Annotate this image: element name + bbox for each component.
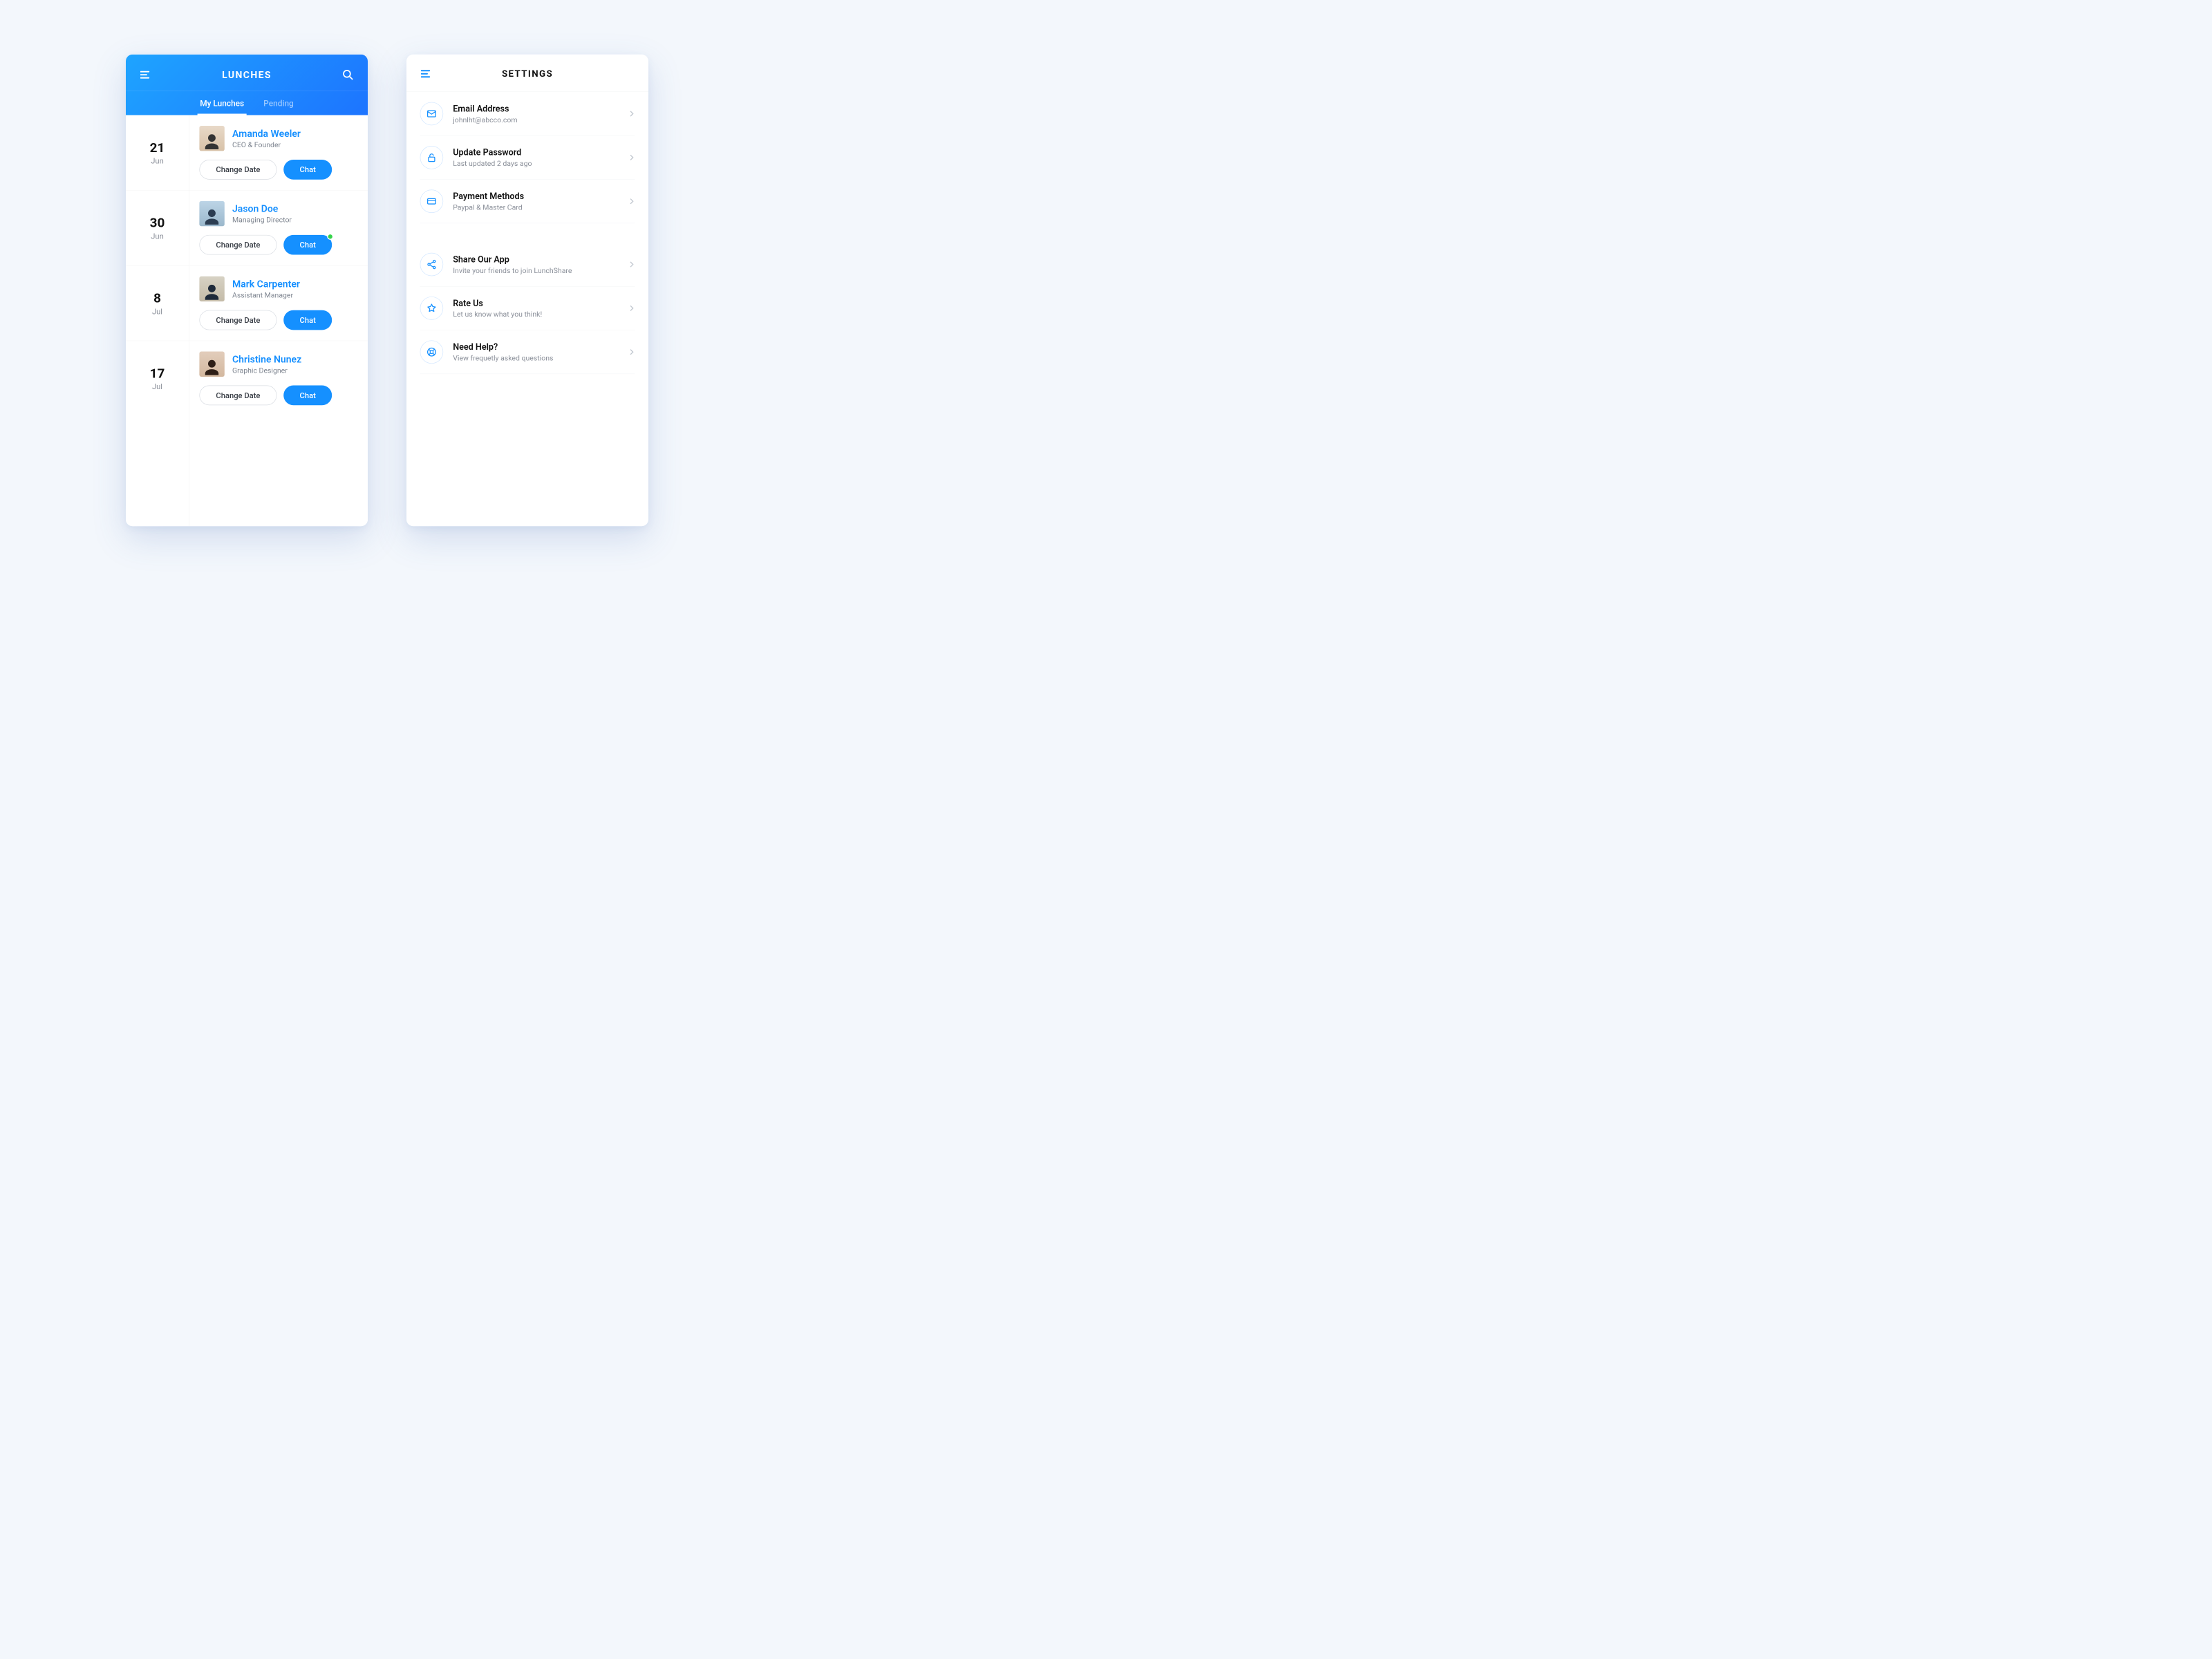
settings-header: SETTINGS (406, 55, 648, 92)
lunch-item: 8 Jul Mark Carpenter Assistant Manager (126, 265, 368, 341)
date-column: 21 Jun (126, 115, 189, 191)
date-month: Jun (151, 232, 164, 241)
date-column: 8 Jul (126, 265, 189, 341)
chat-button[interactable]: Chat (283, 386, 332, 406)
chat-label: Chat (300, 241, 316, 250)
settings-group-account: Email Address johnlht@abcco.com Update P… (420, 92, 635, 223)
page-title: SETTINGS (420, 68, 635, 79)
settings-item-title: Payment Methods (453, 191, 619, 201)
menu-icon[interactable] (140, 68, 152, 81)
change-date-button[interactable]: Change Date (199, 310, 276, 330)
settings-group-about: Share Our App Invite your friends to joi… (420, 243, 635, 374)
lunch-item: 21 Jun Amanda Weeler CEO & Founder (126, 115, 368, 191)
lunches-header: LUNCHES My Lunches Pending (126, 55, 368, 115)
settings-screen: SETTINGS Email Address johnlht@abcco.com… (406, 55, 648, 527)
mail-icon (420, 102, 444, 126)
settings-item-password[interactable]: Update Password Last updated 2 days ago (420, 135, 635, 179)
settings-item-subtitle: View frequetly asked questions (453, 354, 619, 362)
settings-item-title: Need Help? (453, 341, 619, 352)
person-name: Christine Nunez (232, 353, 301, 364)
person-name: Mark Carpenter (232, 279, 300, 290)
date-day: 17 (150, 366, 165, 381)
settings-item-title: Email Address (453, 104, 619, 114)
chat-label: Chat (300, 165, 316, 174)
date-month: Jul (152, 382, 162, 391)
avatar (199, 352, 224, 377)
settings-item-subtitle: Last updated 2 days ago (453, 159, 619, 167)
person-role: Managing Director (232, 216, 292, 224)
chat-label: Chat (300, 391, 316, 400)
person-role: Graphic Designer (232, 366, 301, 375)
lunch-list: 21 Jun Amanda Weeler CEO & Founder (126, 115, 368, 527)
lunches-screen: LUNCHES My Lunches Pending 21 Jun (126, 55, 368, 527)
page-title: LUNCHES (222, 69, 272, 80)
settings-item-help[interactable]: Need Help? View frequetly asked question… (420, 330, 635, 374)
date-month: Jun (151, 156, 164, 165)
chevron-right-icon (628, 111, 635, 117)
person-name: Amanda Weeler (232, 128, 301, 139)
person-role: Assistant Manager (232, 291, 300, 299)
chevron-right-icon (628, 305, 635, 311)
settings-item-title: Share Our App (453, 254, 619, 265)
chevron-right-icon (628, 349, 635, 355)
settings-item-title: Rate Us (453, 298, 619, 308)
chevron-right-icon (628, 198, 635, 205)
settings-item-subtitle: Invite your friends to join LunchShare (453, 266, 619, 274)
chat-label: Chat (300, 315, 316, 324)
change-date-button[interactable]: Change Date (199, 386, 276, 406)
share-icon (420, 253, 444, 276)
settings-item-title: Update Password (453, 147, 619, 158)
date-day: 21 (150, 140, 165, 155)
notification-dot-icon (327, 234, 333, 240)
settings-item-email[interactable]: Email Address johnlht@abcco.com (420, 92, 635, 135)
star-icon (420, 297, 444, 320)
settings-item-subtitle: Paypal & Master Card (453, 203, 619, 212)
settings-item-subtitle: johnlht@abcco.com (453, 115, 619, 124)
settings-item-share[interactable]: Share Our App Invite your friends to joi… (420, 243, 635, 286)
settings-list: Email Address johnlht@abcco.com Update P… (406, 92, 648, 393)
change-date-button[interactable]: Change Date (199, 235, 276, 255)
date-month: Jul (152, 307, 162, 316)
chat-button[interactable]: Chat (283, 160, 332, 180)
date-day: 30 (150, 215, 165, 230)
date-day: 8 (153, 290, 161, 306)
chat-button[interactable]: Chat (283, 235, 332, 255)
menu-icon[interactable] (420, 68, 433, 80)
tab-pending[interactable]: Pending (263, 99, 294, 115)
avatar (199, 126, 224, 151)
settings-item-payment[interactable]: Payment Methods Paypal & Master Card (420, 180, 635, 223)
avatar (199, 276, 224, 301)
change-date-button[interactable]: Change Date (199, 160, 276, 180)
person-name: Jason Doe (232, 203, 292, 214)
avatar (199, 201, 224, 226)
person-role: CEO & Founder (232, 140, 301, 149)
settings-item-rate[interactable]: Rate Us Let us know what you think! (420, 286, 635, 330)
search-icon[interactable] (341, 68, 354, 81)
settings-item-subtitle: Let us know what you think! (453, 310, 619, 319)
date-column: 17 Jul (126, 341, 189, 415)
chevron-right-icon (628, 261, 635, 268)
card-icon (420, 189, 444, 213)
help-icon (420, 340, 444, 364)
tab-my-lunches[interactable]: My Lunches (200, 99, 244, 115)
chevron-right-icon (628, 154, 635, 160)
date-column: 30 Jun (126, 190, 189, 265)
chat-button[interactable]: Chat (283, 310, 332, 330)
lunch-item: 17 Jul Christine Nunez Graphic Designer (126, 341, 368, 415)
tabs: My Lunches Pending (126, 91, 368, 115)
lunch-item: 30 Jun Jason Doe Managing Director (126, 190, 368, 265)
lock-icon (420, 146, 444, 169)
